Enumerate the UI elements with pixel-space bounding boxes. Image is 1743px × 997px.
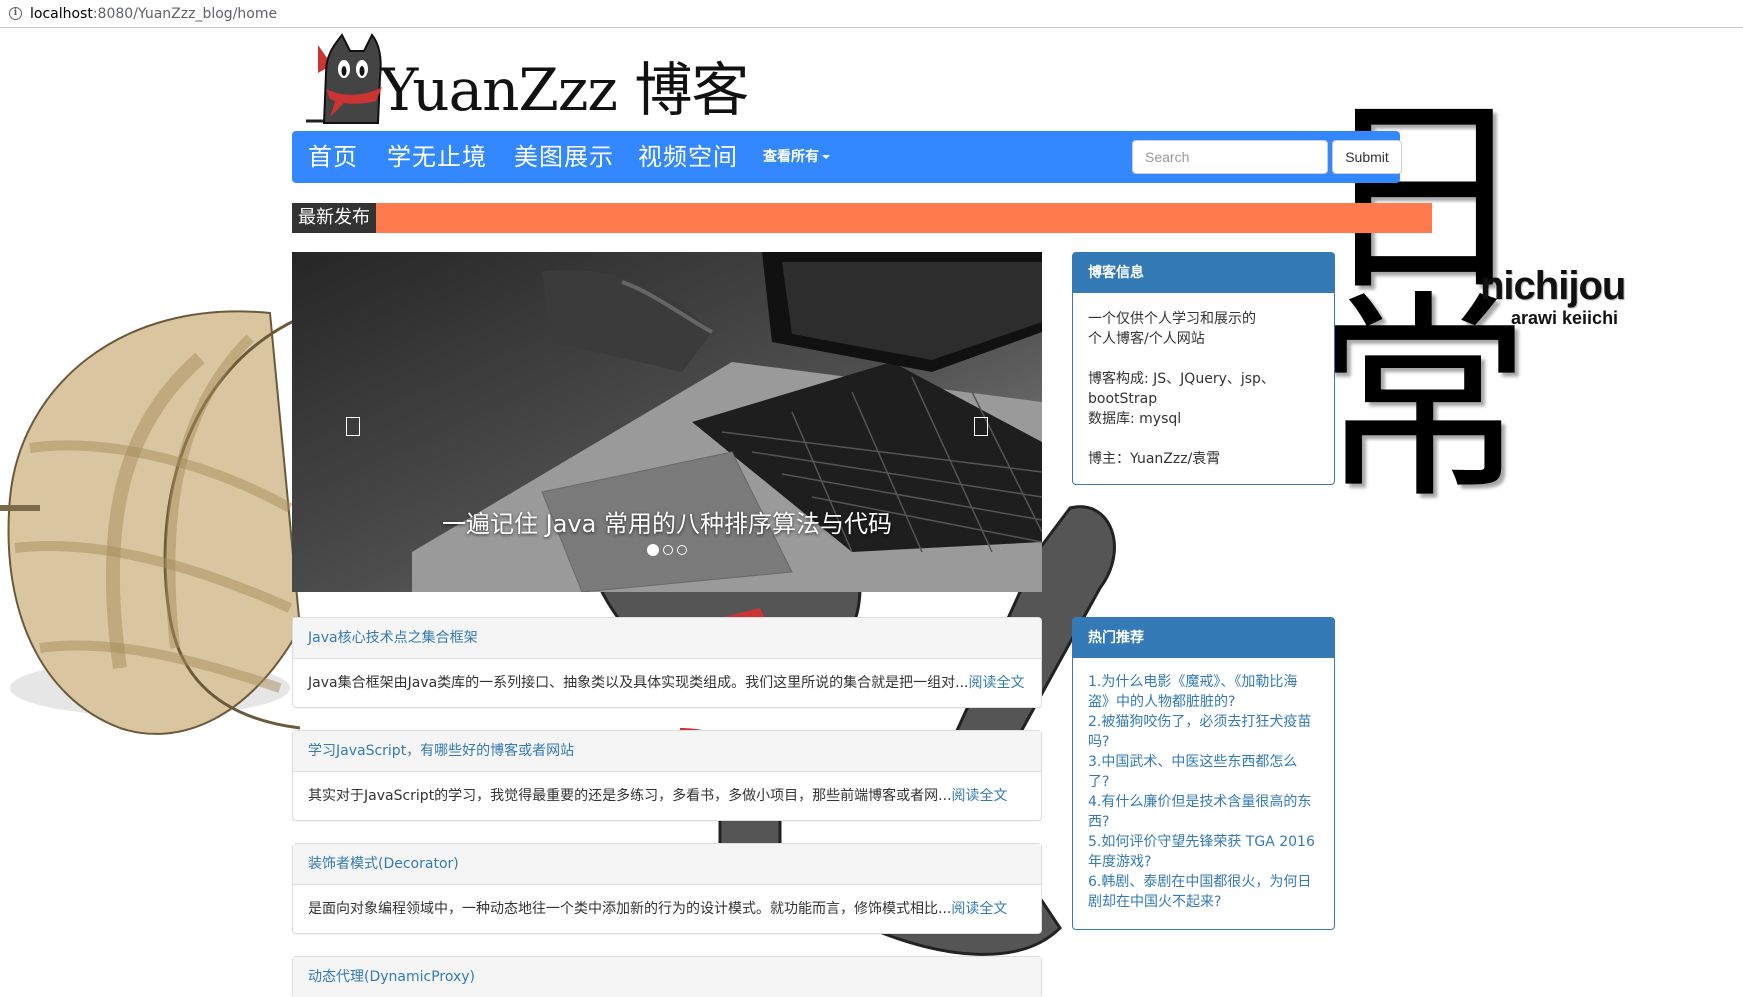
carousel-indicator-2[interactable]: [663, 545, 673, 555]
main-navbar: 首页 学无止境 美图展示 视频空间 查看所有 Submit: [292, 131, 1402, 183]
url-text[interactable]: localhost:8080/YuanZzz_blog/home: [30, 6, 277, 22]
hot-item-link[interactable]: 吗?: [1088, 732, 1319, 752]
nav-item-gallery[interactable]: 美图展示: [514, 131, 614, 183]
article-title[interactable]: 动态代理(DynamicProxy): [293, 957, 1041, 997]
hot-item-link[interactable]: 6.韩剧、泰剧在中国都很火，为何日: [1088, 872, 1319, 892]
url-path: :8080/YuanZzz_blog/home: [92, 5, 278, 22]
latest-bar: 最新发布: [292, 203, 1432, 233]
article-summary: Java集合框架由Java类库的一系列接口、抽象类以及具体实现类组成。我们这里所…: [293, 659, 1041, 708]
dropdown-label: 查看所有: [763, 149, 819, 165]
carousel-indicator-1[interactable]: [647, 544, 659, 556]
nav-dropdown-all[interactable]: 查看所有: [763, 131, 830, 183]
blog-info-line: bootStrap: [1088, 391, 1158, 407]
article-panel: 学习JavaScript，有哪些好的博客或者网站 其实对于JavaScript的…: [292, 730, 1042, 821]
hot-item-link[interactable]: 西?: [1088, 812, 1319, 832]
hot-recommend-title: 热门推荐: [1073, 618, 1334, 658]
cat-logo-icon: [306, 33, 382, 124]
article-summary: 其实对于JavaScript的学习，我觉得最重要的还是多练习，多看书，多做小项目…: [293, 772, 1041, 821]
hot-item-link[interactable]: 剧却在中国火不起来?: [1088, 892, 1319, 912]
carousel-indicators: [292, 544, 1042, 556]
article-title[interactable]: 学习JavaScript，有哪些好的博客或者网站: [293, 731, 1041, 772]
article-summary-text: 是面向对象编程领域中，一种动态地往一个类中添加新的行为的设计模式。就功能而言，修…: [308, 901, 952, 917]
browser-address-bar[interactable]: i localhost:8080/YuanZzz_blog/home: [0, 0, 1743, 28]
carousel-prev-icon[interactable]: [346, 417, 360, 436]
article-summary: 是面向对象编程领域中，一种动态地往一个类中添加新的行为的设计模式。就功能而言，修…: [293, 885, 1041, 934]
carousel-slide-image: [292, 252, 1042, 592]
blog-info-panel: 博客信息 一个仅供个人学习和展示的 个人博客/个人网站 博客构成: JS、JQu…: [1072, 252, 1335, 485]
hot-item-link[interactable]: 了?: [1088, 772, 1319, 792]
caret-down-icon: [822, 155, 830, 159]
deco-author: arawi keiichi: [1511, 308, 1619, 328]
hot-item-link[interactable]: 5.如何评价守望先锋荣获 TGA 2016: [1088, 832, 1319, 852]
hot-item-link[interactable]: 3.中国武术、中医这些东西都怎么: [1088, 752, 1319, 772]
carousel-next-icon[interactable]: [974, 417, 988, 436]
nav-item-home[interactable]: 首页: [308, 131, 358, 183]
submit-button[interactable]: Submit: [1332, 140, 1402, 174]
search-input[interactable]: [1132, 140, 1328, 174]
site-logo[interactable]: YuanZzz 博客: [306, 33, 749, 125]
hot-recommend-list: 1.为什么电影《魔戒》、《加勒比海 盗》中的人物都脏脏的? 2.被猫狗咬伤了，必…: [1073, 658, 1334, 926]
blog-info-body: 一个仅供个人学习和展示的 个人博客/个人网站 博客构成: JS、JQuery、j…: [1073, 293, 1334, 483]
carousel[interactable]: 一遍记住 Java 常用的八种排序算法与代码: [292, 252, 1042, 592]
article-summary-text: 其实对于JavaScript的学习，我觉得最重要的还是多练习，多看书，多做小项目…: [308, 788, 952, 804]
article-panel: 动态代理(DynamicProxy): [292, 956, 1042, 997]
hot-item-link[interactable]: 2.被猫狗咬伤了，必须去打狂犬疫苗: [1088, 712, 1319, 732]
article-summary-text: Java集合框架由Java类库的一系列接口、抽象类以及具体实现类组成。我们这里所…: [308, 675, 969, 691]
latest-label: 最新发布: [292, 203, 376, 233]
blog-info-line: 一个仅供个人学习和展示的: [1088, 311, 1256, 327]
read-more-link[interactable]: 阅读全文: [952, 788, 1008, 804]
carousel-caption[interactable]: 一遍记住 Java 常用的八种排序算法与代码: [292, 504, 1042, 539]
blog-info-line: 个人博客/个人网站: [1088, 331, 1205, 347]
blog-info-line: 博客构成: JS、JQuery、jsp、: [1088, 371, 1275, 387]
hot-item-link[interactable]: 盗》中的人物都脏脏的?: [1088, 692, 1319, 712]
blog-info-title: 博客信息: [1073, 253, 1334, 293]
logo-text: YuanZzz 博客: [380, 56, 749, 124]
read-more-link[interactable]: 阅读全文: [969, 675, 1025, 691]
site-info-icon[interactable]: i: [9, 7, 22, 20]
hot-item-link[interactable]: 年度游戏?: [1088, 852, 1319, 872]
blog-info-line: 博主：YuanZzz/袁霄: [1088, 451, 1221, 467]
nav-item-study[interactable]: 学无止境: [387, 131, 487, 183]
hot-item-link[interactable]: 1.为什么电影《魔戒》、《加勒比海: [1088, 672, 1319, 692]
article-title[interactable]: 装饰者模式(Decorator): [293, 844, 1041, 885]
read-more-link[interactable]: 阅读全文: [951, 901, 1007, 917]
deco-nichijou-title: nichijou: [1480, 264, 1626, 308]
article-panel: 装饰者模式(Decorator) 是面向对象编程领域中，一种动态地往一个类中添加…: [292, 843, 1042, 934]
blog-info-line: 数据库: mysql: [1088, 411, 1182, 427]
nav-item-video[interactable]: 视频空间: [638, 131, 738, 183]
url-host: localhost: [30, 5, 93, 22]
article-title[interactable]: Java核心技术点之集合框架: [293, 618, 1041, 659]
carousel-indicator-3[interactable]: [677, 545, 687, 555]
deco-char-chang: 常: [1312, 272, 1533, 528]
article-panel: Java核心技术点之集合框架 Java集合框架由Java类库的一系列接口、抽象类…: [292, 617, 1042, 708]
hot-item-link[interactable]: 4.有什么廉价但是技术含量很高的东: [1088, 792, 1319, 812]
hot-recommend-panel: 热门推荐 1.为什么电影《魔戒》、《加勒比海 盗》中的人物都脏脏的? 2.被猫狗…: [1072, 617, 1335, 930]
